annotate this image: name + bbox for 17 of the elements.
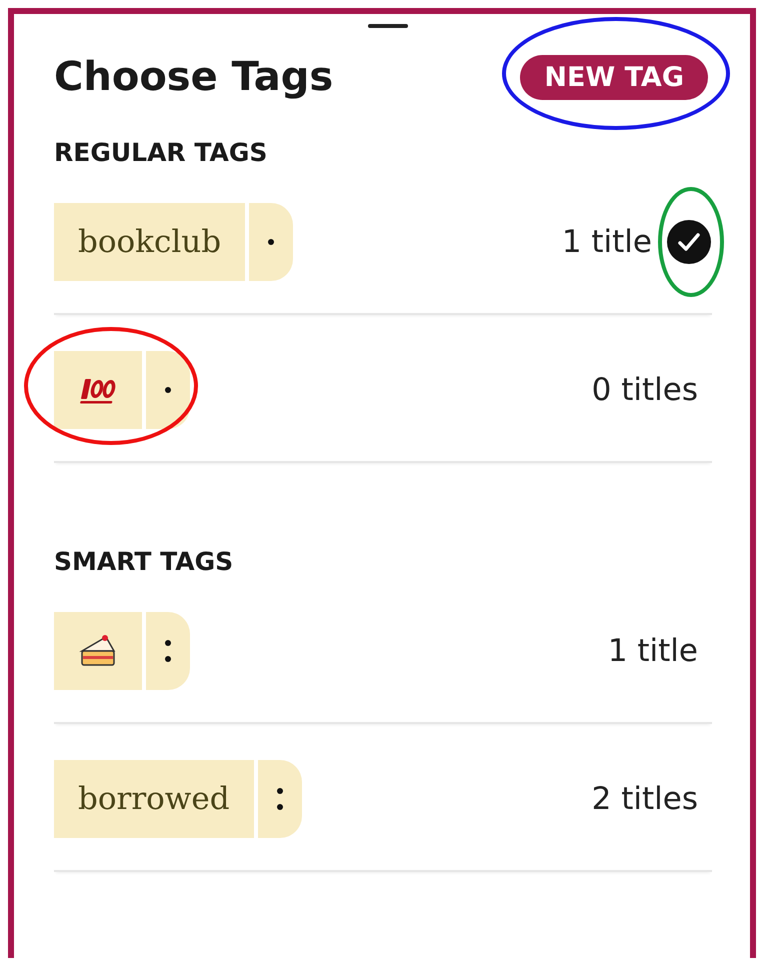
check-icon[interactable] bbox=[666, 219, 712, 265]
section-heading: SMART TAGS bbox=[54, 547, 234, 576]
tag-label: borrowed bbox=[54, 760, 254, 838]
title-count: 1 title bbox=[608, 633, 698, 669]
title-count: 2 titles bbox=[592, 781, 698, 817]
panel-title: Choose Tags bbox=[54, 54, 334, 100]
tag-label: bookclub bbox=[54, 203, 246, 281]
title-count: 0 titles bbox=[592, 372, 698, 408]
tag-menu-icon[interactable] bbox=[146, 351, 190, 429]
title-count: 1 title bbox=[562, 224, 652, 260]
new-tag-button[interactable]: NEW TAG bbox=[520, 54, 708, 100]
drag-handle[interactable] bbox=[368, 24, 408, 28]
tag-chip[interactable]: borrowed bbox=[54, 760, 302, 838]
section-heading: REGULAR TAGS bbox=[54, 138, 268, 167]
tag-chip[interactable] bbox=[54, 612, 190, 690]
tag-chip[interactable] bbox=[54, 351, 190, 429]
tag-chip[interactable]: bookclub bbox=[54, 203, 294, 281]
